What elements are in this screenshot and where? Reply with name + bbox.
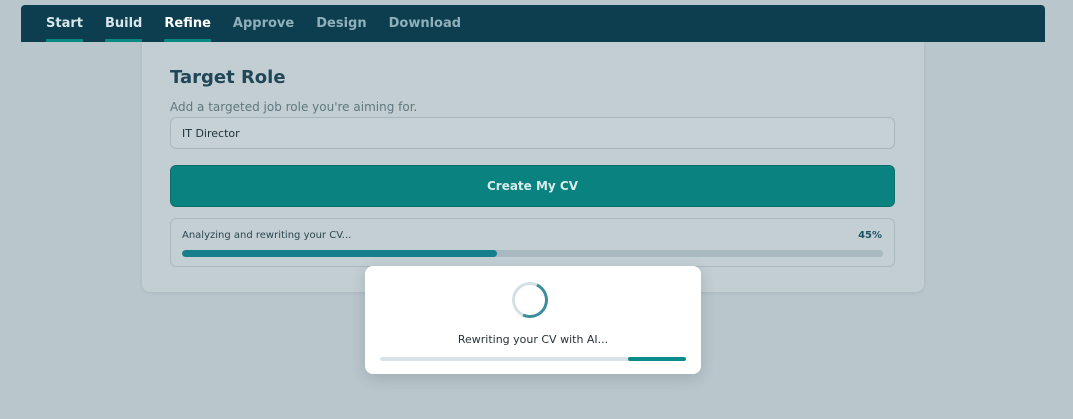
- progress-track: [182, 250, 883, 257]
- card-help-text: Add a targeted job role you're aiming fo…: [170, 100, 418, 114]
- step-navigation: Start Build Refine Approve Design Downlo…: [21, 5, 1045, 42]
- tab-design[interactable]: Design: [316, 5, 366, 42]
- loading-bar-fill: [627, 357, 686, 361]
- create-cv-button[interactable]: Create My CV: [170, 165, 895, 207]
- progress-label: Analyzing and rewriting your CV...: [182, 230, 352, 241]
- target-role-input[interactable]: [170, 117, 895, 149]
- tab-approve[interactable]: Approve: [233, 5, 294, 42]
- card-title: Target Role: [170, 67, 286, 88]
- target-role-card: Target Role Add a targeted job role you'…: [142, 42, 924, 292]
- progress-panel: Analyzing and rewriting your CV... 45%: [170, 218, 895, 267]
- loading-bar-track: [380, 357, 686, 361]
- tab-start[interactable]: Start: [46, 5, 83, 42]
- progress-percent: 45%: [858, 230, 882, 241]
- tab-download[interactable]: Download: [389, 5, 461, 42]
- tab-build[interactable]: Build: [104, 5, 143, 42]
- loading-message: Rewriting your CV with AI...: [457, 333, 609, 346]
- loading-modal: Rewriting your CV with AI...: [365, 266, 701, 374]
- tab-refine[interactable]: Refine: [164, 5, 211, 42]
- loading-spinner-icon: [506, 276, 554, 324]
- progress-fill: [182, 250, 498, 257]
